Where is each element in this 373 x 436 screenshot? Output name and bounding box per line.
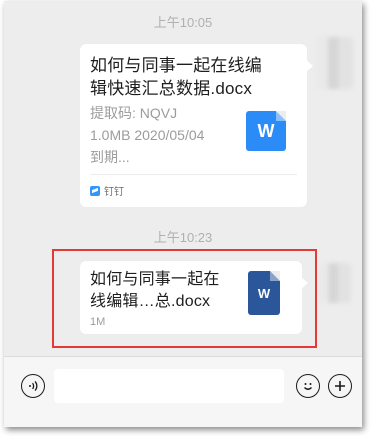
timestamp: 上午10:05 [153, 15, 213, 30]
file-title: 如何与同事一起在线编 辑快速汇总数据.docx [90, 56, 262, 98]
avatar[interactable] [319, 263, 351, 303]
file-meta: 提取码: NQVJ 1.0MB 2020/05/04 到期... [90, 102, 204, 168]
file-size-date: 1.0MB 2020/05/04 [90, 127, 205, 143]
avatar[interactable] [317, 37, 353, 89]
timestamp: 上午10:23 [153, 230, 213, 245]
voice-icon[interactable] [21, 374, 45, 398]
chat-window: 上午10:05 如何与同事一起在线编 辑快速汇总数据.docx 提取码: NQV… [4, 1, 362, 427]
expire-text: 到期... [90, 149, 130, 165]
extraction-code: 提取码: NQVJ [90, 105, 178, 121]
divider [90, 174, 297, 175]
plus-icon[interactable] [328, 374, 352, 398]
dingtalk-icon [90, 185, 100, 196]
message-input[interactable] [54, 369, 284, 403]
source-app-name: 钉钉 [104, 187, 124, 198]
source-app: 钉钉 [90, 183, 124, 198]
emoji-icon[interactable] [296, 374, 320, 398]
input-bar [4, 356, 362, 427]
file-message-card[interactable]: 如何与同事一起在线编 辑快速汇总数据.docx 提取码: NQVJ 1.0MB … [80, 44, 313, 207]
word-doc-icon: W [246, 111, 286, 151]
highlight-box [52, 249, 317, 348]
